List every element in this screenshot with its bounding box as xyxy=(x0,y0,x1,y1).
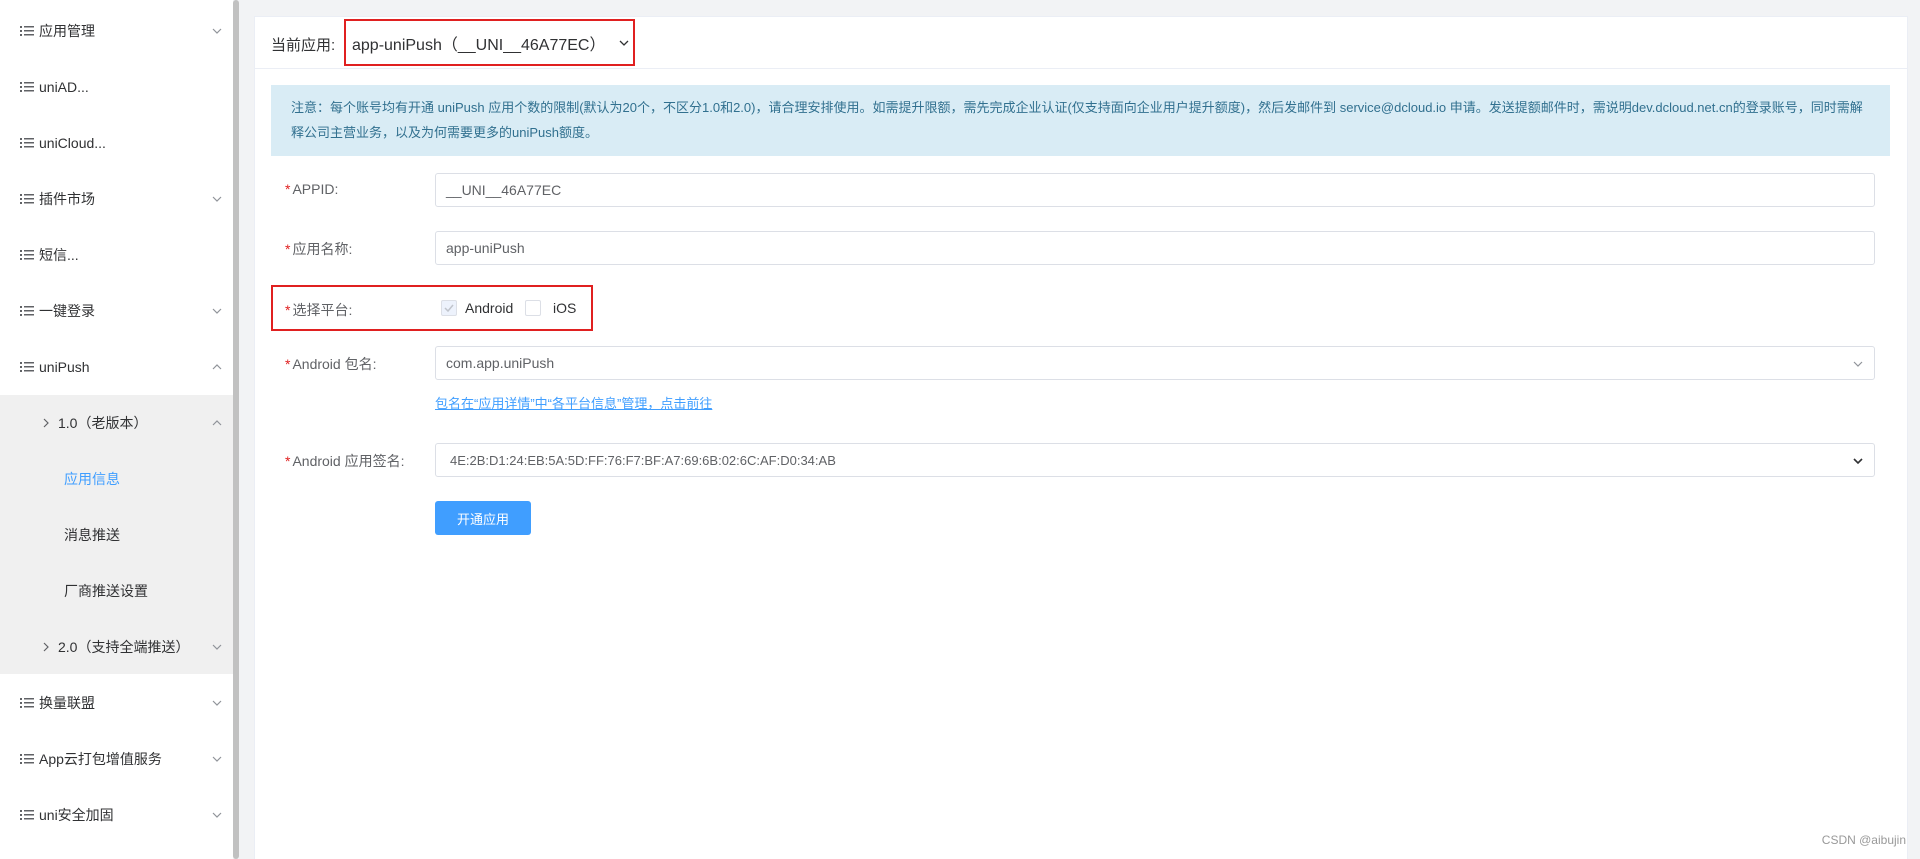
android-pkg-label: * Android 包名: xyxy=(285,356,377,372)
chevron-down-icon xyxy=(212,756,222,762)
sidebar-item-unicloud[interactable]: uniCloud... xyxy=(0,115,233,171)
required-mark: * xyxy=(285,181,291,197)
appid-field[interactable]: __UNI__46A77EC xyxy=(435,173,1875,207)
android-checkbox-label[interactable]: Android xyxy=(465,300,513,316)
chevron-down-icon xyxy=(212,644,222,650)
sidebar-item-uni-security[interactable]: uni安全加固 xyxy=(0,787,233,843)
sidebar-item-label: 插件市场 xyxy=(39,191,95,207)
chevron-up-icon xyxy=(212,364,222,370)
chevron-up-icon xyxy=(212,420,222,426)
android-sign-value: 4E:2B:D1:24:EB:5A:5D:FF:76:F7:BF:A7:69:6… xyxy=(450,452,836,468)
sidebar-scrollbar[interactable] xyxy=(233,0,239,859)
sidebar-item-app-info[interactable]: 应用信息 xyxy=(0,451,233,507)
platform-highlight: * 选择平台: Android iOS xyxy=(271,285,593,331)
sidebar-item-label: uniPush xyxy=(39,359,90,375)
current-app-label: 当前应用: xyxy=(271,37,336,54)
list-icon xyxy=(20,752,34,766)
sidebar-item-label: 一键登录 xyxy=(39,303,95,319)
main-panel: 当前应用: app-uniPush（__UNI__46A77EC） 注意：每个账… xyxy=(254,16,1908,859)
sidebar-item-label: 应用信息 xyxy=(64,471,120,487)
header: 当前应用: app-uniPush（__UNI__46A77EC） xyxy=(255,17,1907,69)
list-icon xyxy=(20,304,34,318)
sidebar-item-unipush-v2[interactable]: 2.0（支持全端推送） xyxy=(0,619,233,675)
chevron-right-icon xyxy=(43,642,49,652)
current-app-value: app-uniPush（__UNI__46A77EC） xyxy=(352,36,606,54)
chevron-down-icon xyxy=(212,196,222,202)
sidebar-item-label: 1.0（老版本） xyxy=(58,415,148,431)
list-icon xyxy=(20,192,34,206)
appname-label: * 应用名称: xyxy=(285,241,353,257)
sidebar-item-label: uniCloud... xyxy=(39,135,106,151)
sidebar-item-sms[interactable]: 短信... xyxy=(0,227,233,283)
sidebar-item-unipush-v1[interactable]: 1.0（老版本） xyxy=(0,395,233,451)
sidebar-item-label: 厂商推送设置 xyxy=(64,583,148,599)
sidebar-item-label: 应用管理 xyxy=(39,23,95,39)
sidebar-item-label: App云打包增值服务 xyxy=(39,751,162,767)
activate-app-button[interactable]: 开通应用 xyxy=(435,501,531,535)
sidebar-item-cloud-build[interactable]: App云打包增值服务 xyxy=(0,731,233,787)
list-icon xyxy=(20,248,34,262)
sidebar: 应用管理 uniAD... uniCloud... 插件市场 短信... 一键登… xyxy=(0,0,233,859)
required-mark: * xyxy=(285,453,291,469)
android-sign-select[interactable]: 4E:2B:D1:24:EB:5A:5D:FF:76:F7:BF:A7:69:6… xyxy=(435,443,1875,477)
list-icon xyxy=(20,808,34,822)
platform-label: * 选择平台: xyxy=(285,302,353,318)
check-icon xyxy=(444,304,454,313)
sidebar-item-label: uni安全加固 xyxy=(39,807,114,823)
android-pkg-select[interactable]: com.app.uniPush xyxy=(435,346,1875,380)
appid-value: __UNI__46A77EC xyxy=(446,182,562,198)
sidebar-item-label: 消息推送 xyxy=(64,527,120,543)
sidebar-item-traffic-alliance[interactable]: 换量联盟 xyxy=(0,675,233,731)
package-manage-link[interactable]: 包名在“应用详情”中“各平台信息”管理，点击前往 xyxy=(435,393,712,412)
chevron-right-icon xyxy=(43,418,49,428)
chevron-down-icon xyxy=(212,28,222,34)
chevron-down-icon xyxy=(212,700,222,706)
list-icon xyxy=(20,136,34,150)
ios-checkbox[interactable] xyxy=(525,300,541,316)
sidebar-item-uniad[interactable]: uniAD... xyxy=(0,59,233,115)
chevron-down-icon xyxy=(212,812,222,818)
android-sign-label: * Android 应用签名: xyxy=(285,453,405,469)
list-icon xyxy=(20,360,34,374)
required-mark: * xyxy=(285,356,291,372)
sidebar-item-message-push[interactable]: 消息推送 xyxy=(0,507,233,563)
list-icon xyxy=(20,24,34,38)
appname-value: app-uniPush xyxy=(446,240,525,256)
notice-text: 注意：每个账号均有开通 uniPush 应用个数的限制(默认为20个，不区分1.… xyxy=(291,100,1863,140)
appname-field[interactable]: app-uniPush xyxy=(435,231,1875,265)
sidebar-item-label: uniAD... xyxy=(39,79,89,95)
chevron-down-icon xyxy=(619,40,628,46)
sidebar-item-label: 2.0（支持全端推送） xyxy=(58,639,190,655)
sidebar-item-app-management[interactable]: 应用管理 xyxy=(0,3,233,59)
chevron-down-icon xyxy=(212,308,222,314)
sidebar-item-unipush[interactable]: uniPush xyxy=(0,339,233,395)
unipush-submenu: 1.0（老版本） 应用信息 消息推送 厂商推送设置 2.0（支持全端推送） xyxy=(0,395,233,674)
appid-label: * APPID: xyxy=(285,181,339,197)
required-mark: * xyxy=(285,241,291,257)
sidebar-item-vendor-push-settings[interactable]: 厂商推送设置 xyxy=(0,563,233,619)
sidebar-item-plugin-market[interactable]: 插件市场 xyxy=(0,171,233,227)
android-checkbox[interactable] xyxy=(441,300,457,316)
notice-alert: 注意：每个账号均有开通 uniPush 应用个数的限制(默认为20个，不区分1.… xyxy=(271,85,1890,156)
list-icon xyxy=(20,696,34,710)
sidebar-item-one-click-login[interactable]: 一键登录 xyxy=(0,283,233,339)
ios-checkbox-label[interactable]: iOS xyxy=(553,300,576,316)
android-pkg-value: com.app.uniPush xyxy=(446,355,555,371)
required-mark: * xyxy=(285,302,291,318)
sidebar-item-label: 短信... xyxy=(39,247,79,263)
sidebar-item-label: 换量联盟 xyxy=(39,695,95,711)
list-icon xyxy=(20,80,34,94)
watermark: CSDN @aibujin xyxy=(1821,833,1906,847)
current-app-select[interactable]: app-uniPush（__UNI__46A77EC） xyxy=(344,19,635,66)
chevron-down-icon xyxy=(1853,361,1863,367)
chevron-down-icon xyxy=(1853,458,1863,465)
